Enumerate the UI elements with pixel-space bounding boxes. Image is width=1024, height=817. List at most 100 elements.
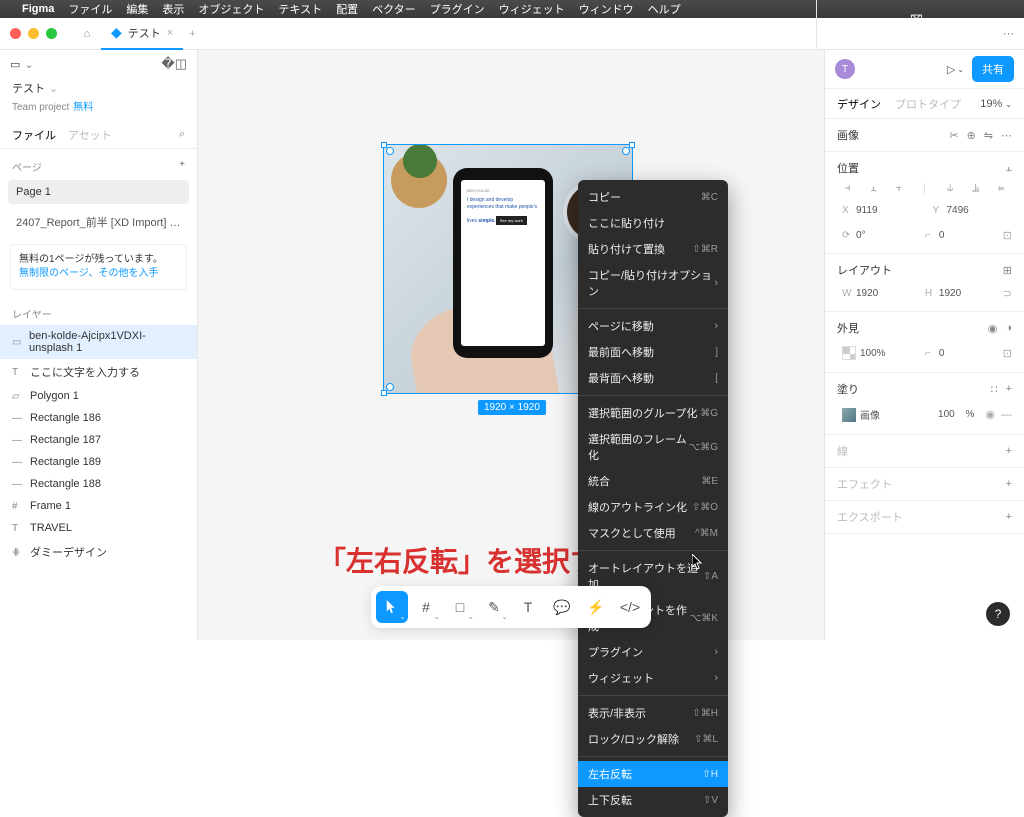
- width-field[interactable]: W1920: [837, 284, 914, 303]
- dev-mode-toggle[interactable]: </>: [614, 591, 646, 623]
- blend-icon[interactable]: ◑: [1005, 322, 1012, 335]
- menu-vector[interactable]: ベクター: [372, 1, 416, 17]
- zoom-level[interactable]: 19% ⌄: [980, 98, 1012, 110]
- fill-type[interactable]: 画像: [837, 403, 885, 426]
- constrain-icon[interactable]: ⊃: [1003, 287, 1012, 300]
- add-page-button[interactable]: +: [179, 159, 185, 174]
- ctx-outline-stroke[interactable]: 線のアウトライン化⇧⌘O: [578, 494, 728, 520]
- text-tool[interactable]: T: [512, 591, 544, 623]
- ctx-use-as-mask[interactable]: マスクとして使用^⌘M: [578, 520, 728, 546]
- ctx-move-to-page[interactable]: ページに移動›: [578, 313, 728, 339]
- menu-help[interactable]: ヘルプ: [648, 1, 681, 17]
- ctx-group[interactable]: 選択範囲のグループ化⌘G: [578, 400, 728, 426]
- close-icon[interactable]: ×: [167, 27, 173, 39]
- tab-file[interactable]: ファイル: [12, 127, 56, 143]
- pen-tool[interactable]: ✎⌄: [478, 591, 510, 623]
- bluetooth-icon[interactable]: ⚭: [912, 0, 921, 3]
- ctx-flip-horizontal[interactable]: 左右反転⇧H: [578, 761, 728, 787]
- layer-item[interactable]: —Rectangle 188: [0, 473, 197, 495]
- menu-widget[interactable]: ウィジェット: [499, 1, 565, 17]
- layer-item[interactable]: ▭ben-kolde-Ajcipx1VDXI-unsplash 1: [0, 325, 197, 359]
- corner-options-icon[interactable]: ⊡: [1003, 229, 1012, 242]
- present-button[interactable]: ▷ ⌄: [947, 63, 964, 76]
- autolayout-icon[interactable]: ⊞: [1003, 264, 1012, 277]
- chevron-down-icon[interactable]: ⌄: [24, 58, 33, 71]
- shape-tool[interactable]: □⌄: [444, 591, 476, 623]
- menu-plugin[interactable]: プラグイン: [430, 1, 485, 17]
- ctx-paste-here[interactable]: ここに貼り付け: [578, 210, 728, 236]
- fill-opacity[interactable]: 100 %: [933, 405, 979, 424]
- y-field[interactable]: Y7496: [928, 201, 1013, 220]
- menu-object[interactable]: オブジェクト: [198, 1, 264, 17]
- free-badge[interactable]: 無料: [73, 102, 93, 113]
- layer-item[interactable]: —Rectangle 187: [0, 429, 197, 451]
- panel-toggle-icon[interactable]: �◫: [161, 56, 187, 72]
- page-item[interactable]: 2407_Report_前半 [XD Import] (30-Ju...: [8, 208, 189, 236]
- target-icon[interactable]: ⊕: [967, 129, 976, 142]
- panel-menu-icon[interactable]: ▭: [10, 58, 20, 71]
- rotation-field[interactable]: ⟳0°: [837, 226, 914, 245]
- tab-prototype[interactable]: プロトタイプ: [895, 96, 961, 112]
- corner-field[interactable]: ⌐0: [920, 226, 997, 245]
- new-tab-button[interactable]: +: [189, 28, 195, 40]
- layer-item[interactable]: ▱Polygon 1: [0, 385, 197, 407]
- battery-icon[interactable]: ⌧: [910, 13, 923, 26]
- menu-file[interactable]: ファイル: [68, 1, 112, 17]
- align-options-icon[interactable]: ⫠: [1005, 162, 1012, 175]
- frame-tool[interactable]: #⌄: [410, 591, 442, 623]
- avatar[interactable]: T: [835, 59, 855, 79]
- menu-window[interactable]: ウィンドウ: [579, 1, 634, 17]
- fill-visibility-icon[interactable]: ◉: [985, 408, 995, 421]
- add-effect-button[interactable]: +: [1006, 478, 1012, 490]
- file-tab[interactable]: ◆ テスト ×: [101, 18, 183, 50]
- layer-item[interactable]: Tここに文字を入力する: [0, 359, 197, 385]
- menu-view[interactable]: 表示: [162, 1, 184, 17]
- move-tool[interactable]: ⌄: [376, 591, 408, 623]
- align-controls[interactable]: ⫞⫠⫟|⫝⫡⫢: [837, 182, 1012, 195]
- page-item[interactable]: Page 1: [8, 180, 189, 204]
- ctx-copy[interactable]: コピー⌘C: [578, 184, 728, 210]
- crop-icon[interactable]: ✂: [949, 129, 958, 142]
- home-tab[interactable]: ⌂: [73, 20, 101, 48]
- flip-icon[interactable]: ⇋: [984, 129, 993, 142]
- app-name[interactable]: Figma: [22, 3, 54, 15]
- help-button[interactable]: ?: [986, 602, 1010, 626]
- ctx-lock-unlock[interactable]: ロック/ロック解除⇧⌘L: [578, 726, 728, 752]
- corner2-field[interactable]: ⌐0: [920, 344, 997, 363]
- menu-text[interactable]: テキスト: [278, 1, 322, 17]
- visibility-icon[interactable]: ◉: [988, 322, 998, 335]
- comment-tool[interactable]: 💬: [546, 591, 578, 623]
- project-name[interactable]: テスト: [12, 80, 45, 96]
- ctx-copy-paste-options[interactable]: コピー/貼り付けオプション›: [578, 262, 728, 304]
- corner-options-icon[interactable]: ⊡: [1003, 347, 1012, 360]
- traffic-lights[interactable]: [10, 28, 57, 39]
- ctx-send-back[interactable]: 最背面へ移動[: [578, 365, 728, 391]
- ctx-widget[interactable]: ウィジェット›: [578, 665, 728, 691]
- add-stroke-button[interactable]: +: [1006, 445, 1012, 457]
- share-button[interactable]: 共有: [972, 56, 1014, 82]
- remove-fill-button[interactable]: —: [1001, 409, 1012, 421]
- ctx-flatten[interactable]: 統合⌘E: [578, 468, 728, 494]
- ctx-paste-replace[interactable]: 貼り付けて置換⇧⌘R: [578, 236, 728, 262]
- upgrade-link[interactable]: 無制限のページ、その他を入手: [19, 268, 159, 279]
- layer-item[interactable]: ⋕ダミーデザイン: [0, 539, 197, 565]
- menu-edit[interactable]: 編集: [126, 1, 148, 17]
- search-icon[interactable]: ⌕: [179, 128, 185, 141]
- chevron-down-icon[interactable]: ⌄: [49, 82, 58, 95]
- layer-item[interactable]: #Frame 1: [0, 495, 197, 517]
- canvas[interactable]: BEN KOLDEI design and develop experience…: [198, 50, 824, 640]
- add-export-button[interactable]: +: [1006, 511, 1012, 523]
- actions-tool[interactable]: ⚡: [580, 591, 612, 623]
- layer-item[interactable]: TTRAVEL: [0, 517, 197, 539]
- tab-asset[interactable]: アセット: [68, 127, 112, 143]
- add-fill-button[interactable]: +: [1006, 383, 1012, 396]
- layer-item[interactable]: —Rectangle 186: [0, 407, 197, 429]
- ctx-show-hide[interactable]: 表示/非表示⇧⌘H: [578, 700, 728, 726]
- more-icon[interactable]: ⋯: [1001, 129, 1012, 142]
- overflow-icon[interactable]: ⋯: [1003, 27, 1014, 40]
- ctx-plugin[interactable]: プラグイン›: [578, 639, 728, 665]
- ctx-flip-vertical[interactable]: 上下反転⇧V: [578, 787, 728, 813]
- tab-design[interactable]: デザイン: [837, 96, 881, 112]
- style-icon[interactable]: ∷: [991, 383, 998, 396]
- x-field[interactable]: X9119: [837, 201, 922, 220]
